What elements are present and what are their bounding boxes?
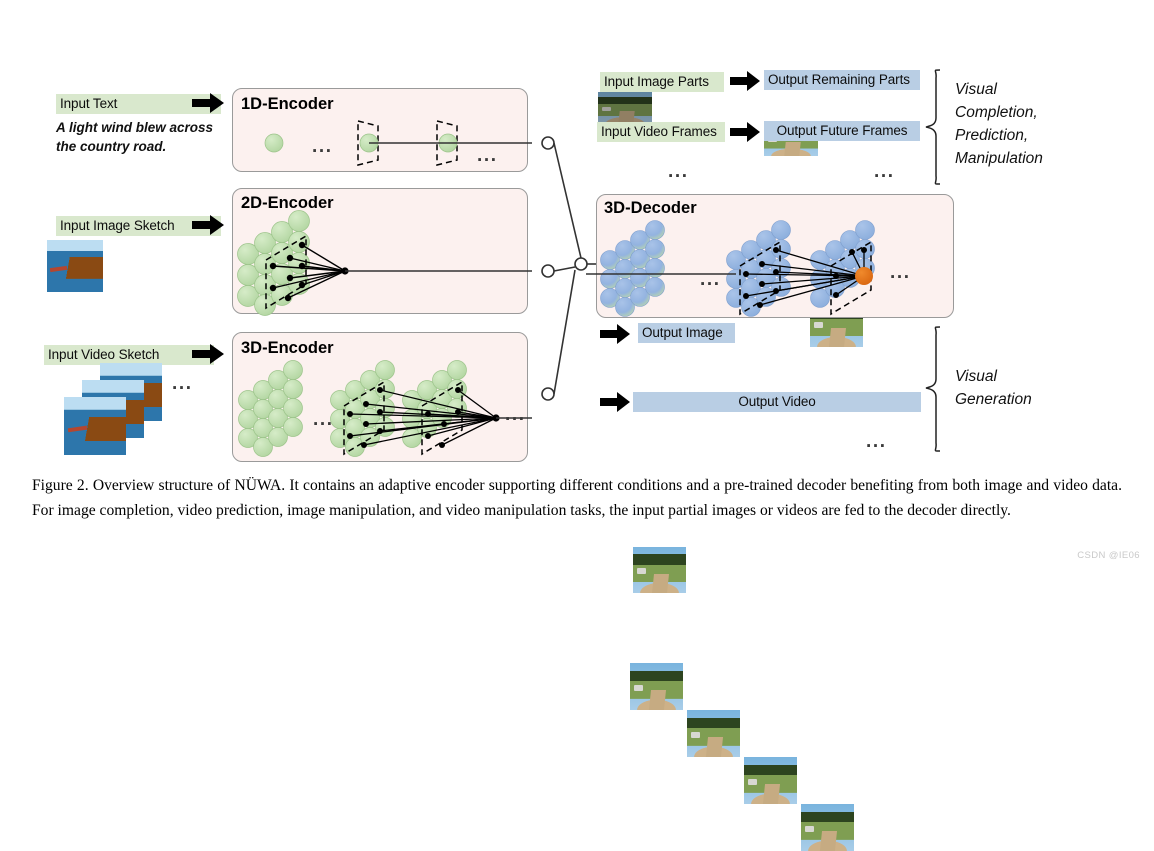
output-future-frames-label: Output Future Frames: [764, 121, 920, 141]
visual-generation-label-line2: Generation: [955, 391, 1032, 408]
visual-completion-label-line4: Manipulation: [955, 150, 1043, 167]
input-video-frames-dots: ...: [668, 161, 689, 182]
input-image-parts-label: Input Image Parts: [600, 72, 724, 92]
visual-generation-brace: [925, 326, 941, 452]
visual-completion-brace: [925, 69, 941, 185]
input-video-frames-label: Input Video Frames: [597, 122, 725, 142]
visual-completion-label-line3: Prediction,: [955, 127, 1029, 144]
output-future-frames-dots: ...: [874, 161, 895, 182]
encoder-1d-dots-left: ...: [312, 136, 333, 157]
arrow-image-parts-icon: [730, 71, 760, 91]
arrow-sketch-to-encoder-icon: [192, 215, 224, 235]
figure-caption: Figure 2. Overview structure of NÜWA. It…: [32, 477, 1122, 519]
arrow-text-to-encoder-icon: [192, 93, 224, 113]
encoder-2d-graphic: [237, 210, 532, 316]
decoder-3d-dots-right: ...: [890, 262, 911, 283]
arrow-video-frames-icon: [730, 122, 760, 142]
output-video-thumbnail-2: [687, 710, 740, 757]
output-video-label: Output Video: [633, 392, 921, 412]
output-remaining-parts-label: Output Remaining Parts: [764, 70, 920, 90]
input-video-sketch-label: Input Video Sketch: [44, 345, 214, 365]
watermark: CSDN @IE06: [1077, 550, 1140, 561]
output-video-thumbnail-4: [801, 804, 854, 851]
visual-generation-label-line1: Visual: [955, 368, 997, 385]
output-image-thumbnail: [633, 547, 686, 593]
visual-completion-label-line2: Completion,: [955, 104, 1038, 121]
figure-diagram: Input Text A light wind blew across the …: [0, 0, 1154, 851]
input-video-sketch-frame-1: [64, 397, 126, 455]
input-text-sample-line2: the country road.: [56, 139, 167, 154]
encoder-1d-dots-right: ...: [477, 145, 498, 166]
encoder-3d-dots-right: ...: [505, 404, 526, 425]
output-image-label: Output Image: [638, 323, 735, 343]
decoder-3d-graphic: [586, 220, 875, 317]
decoder-3d-dots-left: ...: [700, 269, 721, 290]
arrow-video-sketch-to-encoder-icon: [192, 344, 224, 364]
output-video-thumbnail-3: [744, 757, 797, 804]
encoder-3d-graphic: [238, 360, 532, 457]
input-text-sample-line1: A light wind blew across: [56, 120, 214, 135]
input-video-sketch-dots: ...: [172, 373, 193, 394]
visual-completion-label-line1: Visual: [955, 81, 997, 98]
output-video-dots: ...: [866, 431, 887, 452]
arrow-output-image-icon: [600, 324, 630, 344]
encoder-3d-dots-left: ...: [313, 409, 334, 430]
input-image-sketch-thumbnail: [47, 240, 103, 292]
input-image-parts-thumbnail: [598, 92, 652, 124]
output-video-thumbnail-1: [630, 663, 683, 710]
